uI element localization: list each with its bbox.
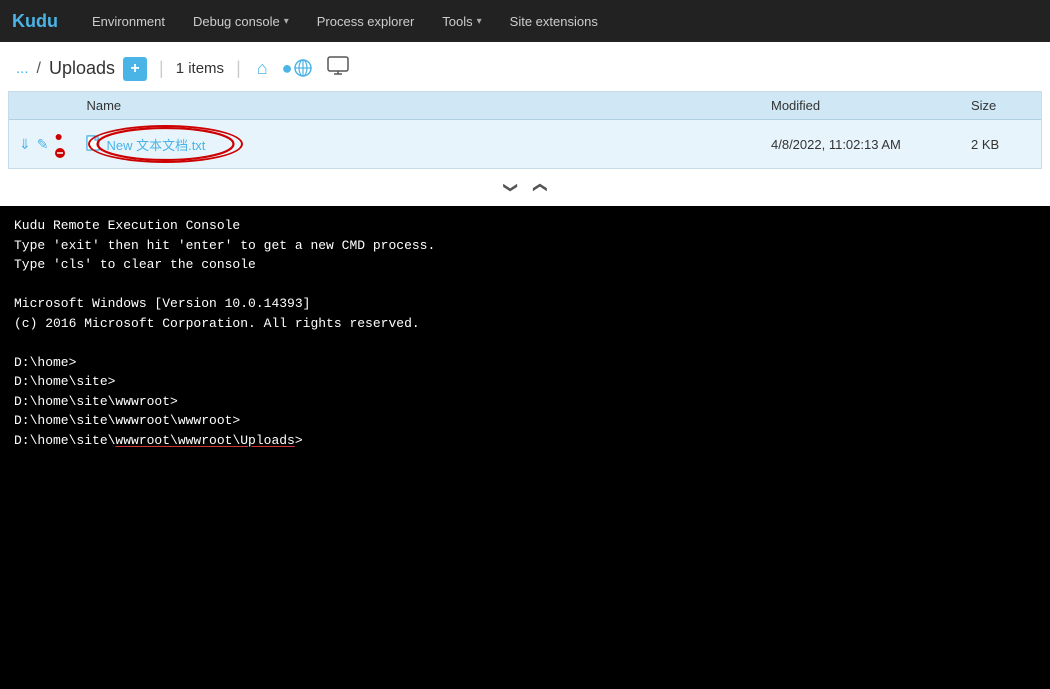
breadcrumb-current: Uploads [49, 58, 115, 79]
breadcrumb-ellipsis[interactable]: ... [16, 60, 29, 77]
file-modified-cell: 4/8/2022, 11:02:13 AM [761, 120, 961, 169]
console-line-7 [14, 333, 1036, 353]
globe-icon[interactable]: ● [282, 58, 313, 79]
col-modified-header: Modified [761, 92, 961, 120]
console-line-3: Type 'cls' to clear the console [14, 255, 1036, 275]
console-line-5: Microsoft Windows [Version 10.0.14393] [14, 294, 1036, 314]
monitor-icon[interactable] [327, 56, 349, 81]
console-underlined-path: wwwroot\wwwroot\Uploads [115, 433, 294, 448]
nav-debug-console[interactable]: Debug console ▾ [179, 0, 303, 42]
nav-process-explorer[interactable]: Process explorer [303, 0, 429, 42]
globe-svg [293, 58, 313, 78]
console-line-9: D:\home\site> [14, 372, 1036, 392]
nav-site-extensions[interactable]: Site extensions [496, 0, 612, 42]
file-name-cell: New 文本文档.txt [76, 120, 761, 169]
monitor-svg [327, 56, 349, 76]
delete-icon[interactable]: ● [54, 128, 66, 160]
download-icon[interactable]: ⇓ [19, 136, 31, 153]
console-line-11: D:\home\site\wwwroot\wwwroot> [14, 411, 1036, 431]
file-table-wrapper: Name Modified Size ⇓ ✎ ● [8, 91, 1042, 169]
file-size-cell: 2 KB [961, 120, 1041, 169]
console-line-6: (c) 2016 Microsoft Corporation. All righ… [14, 314, 1036, 334]
breadcrumb-area: ... / Uploads + | 1 items | ⌂ ● [0, 42, 1050, 91]
console-line-10: D:\home\site\wwwroot> [14, 392, 1036, 412]
col-actions-header [9, 92, 76, 120]
console-line-2: Type 'exit' then hit 'enter' to get a ne… [14, 236, 1036, 256]
file-icon-svg [86, 135, 100, 151]
col-size-header: Size [961, 92, 1041, 120]
navbar: Kudu Environment Debug console ▾ Process… [0, 0, 1050, 42]
console-line-1: Kudu Remote Execution Console [14, 216, 1036, 236]
file-table: Name Modified Size ⇓ ✎ ● [9, 92, 1041, 168]
table-row: ⇓ ✎ ● [9, 120, 1041, 169]
tools-dropdown-arrow: ▾ [477, 16, 482, 27]
file-doc-icon [86, 135, 100, 154]
resize-area: ❯ ❯ [0, 169, 1050, 206]
brand-logo[interactable]: Kudu [12, 11, 58, 32]
file-actions-cell: ⇓ ✎ ● [9, 120, 76, 169]
console-line-last: D:\home\site\wwwroot\wwwroot\Uploads> [14, 431, 1036, 451]
file-name-link[interactable]: New 文本文档.txt [106, 138, 205, 153]
file-name-annotated: New 文本文档.txt [106, 135, 205, 154]
console-line-8: D:\home> [14, 353, 1036, 373]
nav-tools[interactable]: Tools ▾ [428, 0, 495, 42]
delete-circle-svg [54, 147, 66, 159]
expand-down-button[interactable]: ❯ [501, 178, 522, 198]
home-icon[interactable]: ⌂ [257, 58, 268, 79]
expand-up-button[interactable]: ❯ [528, 178, 549, 198]
edit-icon[interactable]: ✎ [37, 136, 49, 153]
col-name-header: Name [76, 92, 761, 120]
toolbar-icons: ⌂ ● [257, 56, 349, 81]
debug-console-dropdown-arrow: ▾ [284, 16, 289, 27]
breadcrumb-divider: | [159, 58, 164, 79]
console-area[interactable]: Kudu Remote Execution Console Type 'exit… [0, 206, 1050, 689]
nav-environment[interactable]: Environment [78, 0, 179, 42]
console-line-4 [14, 275, 1036, 295]
breadcrumb-divider2: | [236, 58, 241, 79]
breadcrumb-separator: / [37, 60, 41, 78]
items-count: 1 items [176, 60, 224, 77]
new-file-button[interactable]: + [123, 57, 147, 81]
